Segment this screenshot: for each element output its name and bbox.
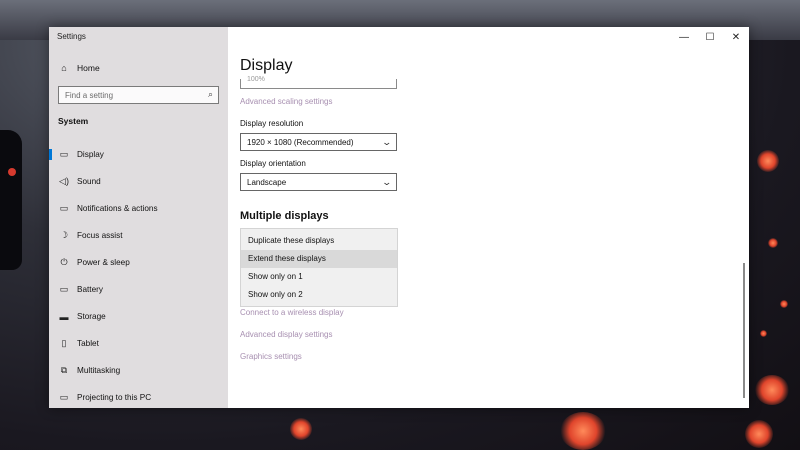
- lantern: [560, 412, 606, 450]
- close-button[interactable]: ✕: [723, 27, 749, 47]
- search-input[interactable]: Find a setting ⌕: [58, 86, 219, 104]
- lantern: [757, 150, 779, 172]
- search-placeholder: Find a setting: [65, 91, 114, 100]
- sidebar-item-projecting[interactable]: ▭ Projecting to this PC: [49, 384, 228, 411]
- lantern: [745, 420, 773, 448]
- monitor-icon: ▭: [59, 149, 69, 159]
- sidebar-item-label: Projecting to this PC: [77, 393, 152, 402]
- sidebar-item-label: Multitasking: [77, 366, 121, 375]
- sidebar-item-battery[interactable]: ▭ Battery: [49, 276, 228, 303]
- search-icon[interactable]: ⌕: [208, 89, 213, 100]
- sidebar-item-notifications[interactable]: ▭ Notifications & actions: [49, 195, 228, 222]
- chevron-down-icon: ⌄: [381, 177, 393, 187]
- sidebar-item-display[interactable]: ▭ Display: [49, 141, 228, 168]
- sidebar-item-storage[interactable]: ▬ Storage: [49, 303, 228, 330]
- lantern: [290, 418, 312, 440]
- sidebar-item-label: Notifications & actions: [77, 204, 158, 213]
- dropdown-option-show-only-1[interactable]: Show only on 1: [241, 268, 397, 286]
- speaker-icon: ◁): [59, 176, 69, 186]
- connect-wireless-link[interactable]: Connect to a wireless display: [240, 308, 344, 317]
- minimize-button[interactable]: —: [671, 27, 697, 47]
- home-label: Home: [77, 63, 100, 73]
- scale-dropdown[interactable]: 100%: [240, 76, 397, 89]
- scrollbar[interactable]: [743, 263, 745, 398]
- wallpaper-figure: [0, 130, 22, 270]
- graphics-settings-link[interactable]: Graphics settings: [240, 352, 302, 361]
- sidebar-item-label: Storage: [77, 312, 106, 321]
- sidebar-nav: ▭ Display ◁) Sound ▭ Notifications & act…: [49, 141, 228, 411]
- window-controls: — ☐ ✕: [671, 27, 749, 47]
- sidebar-item-label: Tablet: [77, 339, 99, 348]
- dropdown-option-extend[interactable]: Extend these displays: [241, 250, 397, 268]
- lantern: [755, 375, 789, 405]
- wallpaper-figure-eye: [8, 168, 16, 176]
- sidebar-item-multitasking[interactable]: ⧉ Multitasking: [49, 357, 228, 384]
- power-icon: ⏻: [60, 257, 68, 267]
- sidebar-item-label: Battery: [77, 285, 103, 294]
- resolution-label: Display resolution: [240, 119, 304, 128]
- multiple-displays-heading: Multiple displays: [240, 210, 329, 222]
- battery-icon: ▭: [59, 284, 69, 294]
- sidebar-item-sound[interactable]: ◁) Sound: [49, 168, 228, 195]
- advanced-scaling-link[interactable]: Advanced scaling settings: [240, 97, 333, 106]
- orientation-value: Landscape: [247, 178, 287, 187]
- orientation-label: Display orientation: [240, 159, 306, 168]
- multitasking-icon: ⧉: [60, 365, 68, 375]
- resolution-dropdown[interactable]: 1920 × 1080 (Recommended) ⌄: [240, 133, 397, 151]
- sidebar-item-label: Focus assist: [77, 231, 123, 240]
- sidebar-item-tablet[interactable]: ▯ Tablet: [49, 330, 228, 357]
- notifications-icon: ▭: [59, 203, 69, 213]
- sidebar-item-label: Power & sleep: [77, 258, 130, 267]
- storage-icon: ▬: [59, 311, 69, 322]
- home-icon: ⌂: [61, 63, 67, 73]
- orientation-dropdown[interactable]: Landscape ⌄: [240, 173, 397, 191]
- resolution-value: 1920 × 1080 (Recommended): [247, 138, 354, 147]
- multiple-displays-dropdown-menu: Duplicate these displays Extend these di…: [240, 228, 398, 307]
- settings-window: Settings ⌂ Home Find a setting ⌕ System …: [49, 27, 749, 408]
- dropdown-option-duplicate[interactable]: Duplicate these displays: [241, 232, 397, 250]
- sidebar: Settings ⌂ Home Find a setting ⌕ System …: [49, 27, 228, 408]
- home-link[interactable]: ⌂ Home: [58, 63, 100, 73]
- sidebar-item-focus-assist[interactable]: ☽ Focus assist: [49, 222, 228, 249]
- lantern: [768, 238, 778, 248]
- moon-icon: ☽: [59, 230, 69, 240]
- section-heading-system: System: [58, 116, 89, 126]
- advanced-display-link[interactable]: Advanced display settings: [240, 330, 333, 339]
- main-content: Display 100% Advanced scaling settings D…: [228, 27, 749, 408]
- dropdown-option-show-only-2[interactable]: Show only on 2: [241, 286, 397, 304]
- scale-value: 100%: [247, 76, 265, 83]
- tablet-icon: ▯: [61, 338, 67, 348]
- window-title: Settings: [57, 32, 86, 41]
- page-title: Display: [240, 57, 293, 74]
- chevron-down-icon: ⌄: [381, 137, 393, 147]
- sidebar-item-label: Display: [77, 150, 104, 159]
- sidebar-item-label: Sound: [77, 177, 101, 186]
- maximize-button[interactable]: ☐: [697, 27, 723, 47]
- lantern: [780, 300, 788, 308]
- sidebar-item-power-sleep[interactable]: ⏻ Power & sleep: [49, 249, 228, 276]
- lantern: [760, 330, 767, 337]
- projecting-icon: ▭: [59, 392, 69, 402]
